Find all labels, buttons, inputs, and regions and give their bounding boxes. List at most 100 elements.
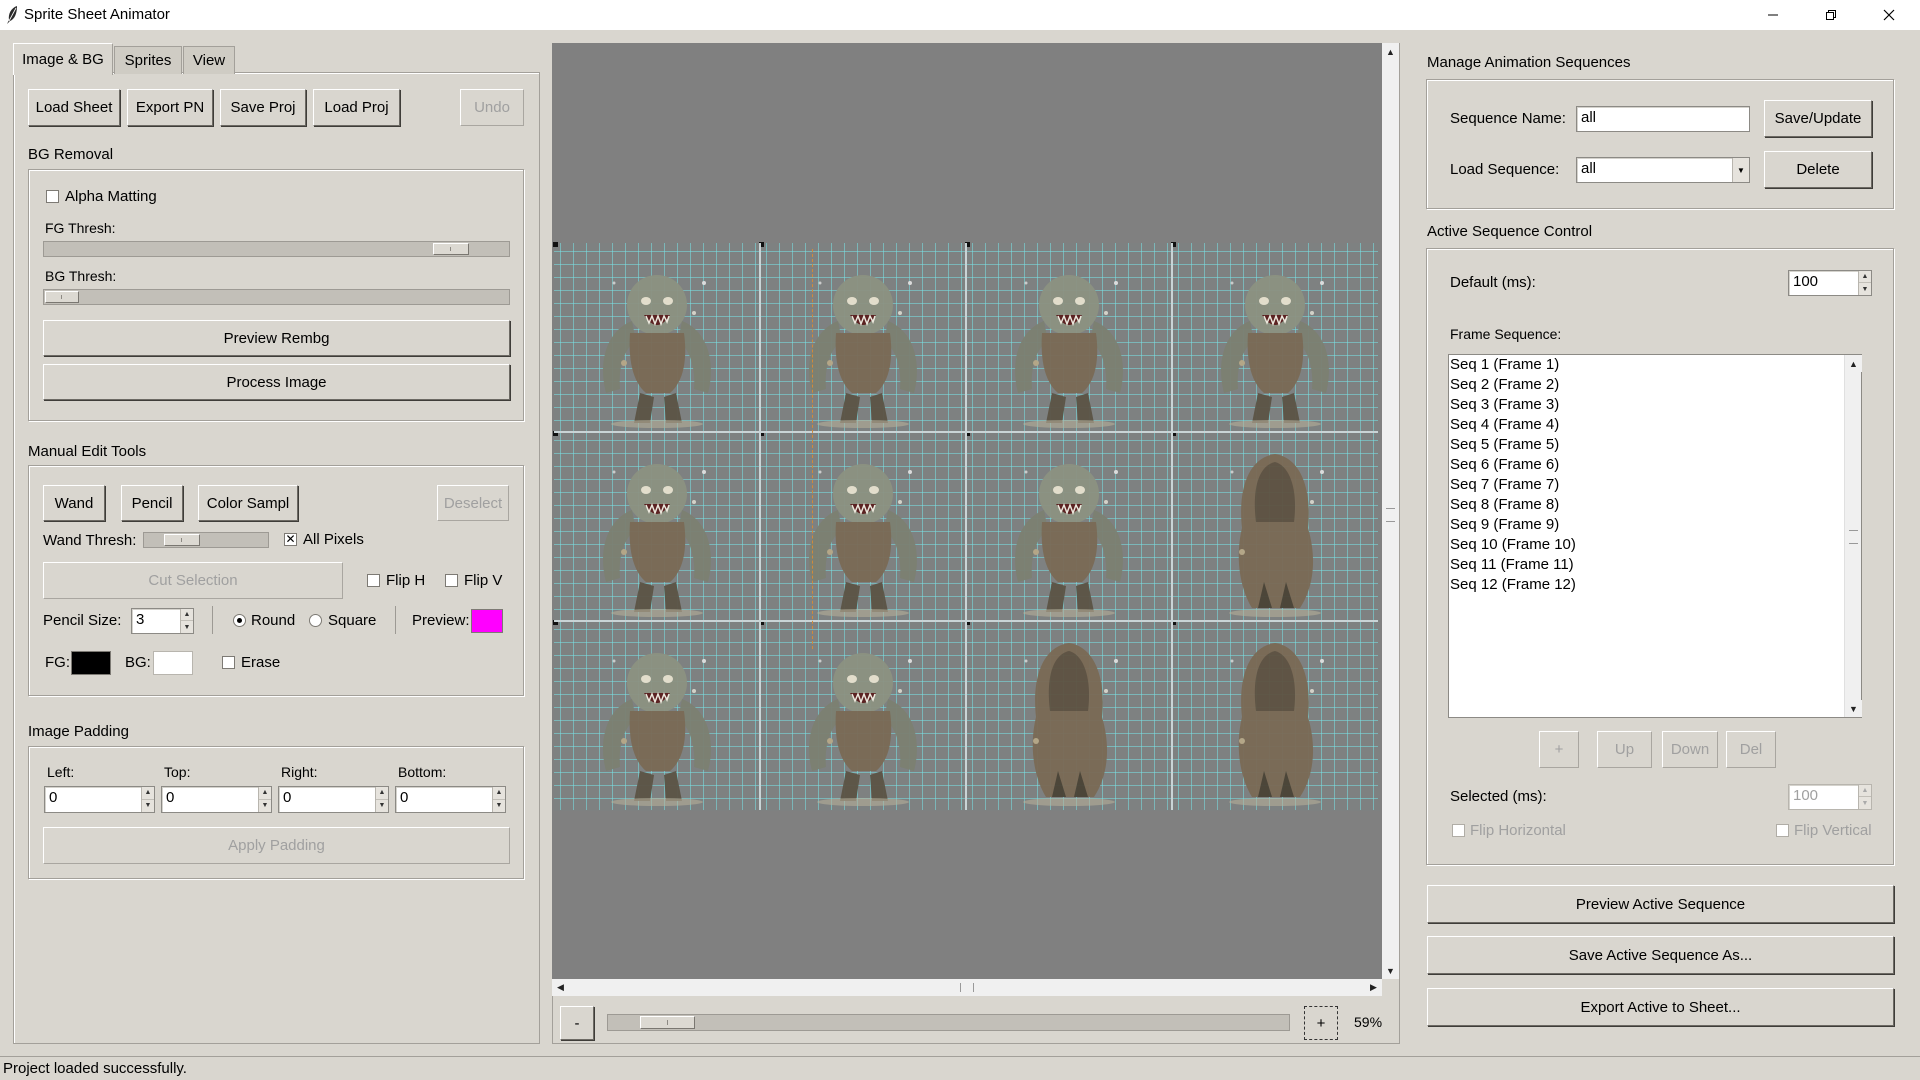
list-item[interactable]: Seq 11 (Frame 11) xyxy=(1450,556,1574,573)
wand-thresh-slider[interactable] xyxy=(143,532,269,548)
flip-vertical-checkbox[interactable] xyxy=(1776,824,1789,837)
fg-thresh-slider[interactable] xyxy=(43,241,510,257)
list-item[interactable]: Seq 8 (Frame 8) xyxy=(1450,496,1559,513)
selected-ms-spinbox[interactable]: 100 ▲ ▼ xyxy=(1788,784,1872,810)
sprite-frame[interactable] xyxy=(1172,243,1378,432)
padding-top-input[interactable]: 0 ▲ ▼ xyxy=(161,786,272,813)
move-up-button[interactable]: Up xyxy=(1597,731,1652,768)
add-frame-button[interactable]: + xyxy=(1539,731,1579,768)
deselect-button[interactable]: Deselect xyxy=(437,485,509,521)
list-item[interactable]: Seq 1 (Frame 1) xyxy=(1450,356,1559,373)
apply-padding-button[interactable]: Apply Padding xyxy=(43,827,510,864)
scroll-down-icon[interactable]: ▼ xyxy=(1382,962,1399,979)
fg-color-swatch[interactable] xyxy=(71,651,111,675)
zoom-slider[interactable] xyxy=(607,1014,1290,1031)
tab-image-bg[interactable]: Image & BG xyxy=(13,43,113,75)
sprite-frame[interactable] xyxy=(760,243,966,432)
delete-frame-button[interactable]: Del xyxy=(1726,731,1776,768)
minimize-button[interactable] xyxy=(1744,0,1802,30)
padding-top-stepper[interactable]: ▲ ▼ xyxy=(258,787,271,812)
alpha-matting-checkbox[interactable] xyxy=(46,190,59,203)
scroll-right-icon[interactable]: ▶ xyxy=(1365,979,1382,996)
list-item[interactable]: Seq 10 (Frame 10) xyxy=(1450,536,1576,553)
square-radio[interactable] xyxy=(309,614,322,627)
zoom-in-button[interactable]: + xyxy=(1304,1006,1338,1040)
bg-thresh-slider-thumb[interactable] xyxy=(45,291,79,303)
bg-thresh-slider[interactable] xyxy=(43,289,510,305)
padding-bottom-stepper[interactable]: ▲ ▼ xyxy=(492,787,505,812)
flip-h-checkbox[interactable] xyxy=(367,574,380,587)
padding-right-input[interactable]: 0 ▲ ▼ xyxy=(278,786,389,813)
list-scrollbar[interactable]: ▲ ▼ xyxy=(1844,355,1862,717)
list-item[interactable]: Seq 4 (Frame 4) xyxy=(1450,416,1559,433)
save-project-button[interactable]: Save Proj xyxy=(220,89,306,126)
export-png-button[interactable]: Export PN xyxy=(127,89,213,126)
scroll-grip[interactable] xyxy=(1849,530,1858,544)
scroll-left-icon[interactable]: ◀ xyxy=(552,979,569,996)
sprite-frame[interactable] xyxy=(554,432,760,621)
list-item[interactable]: Seq 3 (Frame 3) xyxy=(1450,396,1559,413)
list-item[interactable]: Seq 6 (Frame 6) xyxy=(1450,456,1559,473)
title-bar[interactable]: Sprite Sheet Animator xyxy=(0,0,1920,30)
sequence-name-input[interactable]: all xyxy=(1576,106,1750,132)
color-sampler-button[interactable]: Color Sampl xyxy=(198,485,298,521)
pencil-tool-button[interactable]: Pencil xyxy=(121,485,183,521)
export-active-to-sheet-button[interactable]: Export Active to Sheet... xyxy=(1427,988,1894,1026)
sprite-frame[interactable] xyxy=(1172,621,1378,810)
sprite-frame[interactable] xyxy=(760,621,966,810)
wand-thresh-slider-thumb[interactable] xyxy=(164,534,200,546)
restore-button[interactable] xyxy=(1802,0,1860,30)
bg-color-swatch[interactable] xyxy=(153,651,193,675)
list-item[interactable]: Seq 2 (Frame 2) xyxy=(1450,376,1559,393)
padding-left-input[interactable]: 0 ▲ ▼ xyxy=(44,786,155,813)
pencil-size-stepper[interactable]: ▲ ▼ xyxy=(180,609,193,633)
scroll-grip[interactable] xyxy=(960,983,974,992)
tab-sprites[interactable]: Sprites xyxy=(114,46,182,74)
list-item[interactable]: Seq 9 (Frame 9) xyxy=(1450,516,1559,533)
tab-view[interactable]: View xyxy=(183,46,235,74)
list-item[interactable]: Seq 12 (Frame 12) xyxy=(1450,576,1576,593)
zoom-slider-thumb[interactable] xyxy=(640,1016,695,1029)
scroll-up-icon[interactable]: ▲ xyxy=(1845,355,1862,372)
process-image-button[interactable]: Process Image xyxy=(43,364,510,400)
canvas-vertical-scrollbar[interactable]: ▲ ▼ xyxy=(1382,43,1399,979)
pencil-size-spinbox[interactable]: 3 ▲ ▼ xyxy=(131,608,194,634)
padding-bottom-input[interactable]: 0 ▲ ▼ xyxy=(395,786,506,813)
sprite-frame[interactable] xyxy=(760,432,966,621)
sprite-canvas[interactable] xyxy=(552,43,1382,979)
delete-sequence-button[interactable]: Delete xyxy=(1764,151,1872,188)
fg-thresh-slider-thumb[interactable] xyxy=(433,243,469,255)
cut-selection-button[interactable]: Cut Selection xyxy=(43,562,343,599)
erase-checkbox[interactable] xyxy=(222,656,235,669)
load-sequence-select[interactable]: all ▼ xyxy=(1576,157,1750,183)
flip-horizontal-checkbox[interactable] xyxy=(1452,824,1465,837)
list-item[interactable]: Seq 5 (Frame 5) xyxy=(1450,436,1559,453)
sprite-frame[interactable] xyxy=(1172,432,1378,621)
scroll-grip[interactable] xyxy=(1386,508,1395,522)
selected-ms-stepper[interactable]: ▲ ▼ xyxy=(1858,785,1871,809)
sprite-frame[interactable] xyxy=(966,432,1172,621)
undo-button[interactable]: Undo xyxy=(460,89,524,126)
frame-sequence-list[interactable]: Seq 1 (Frame 1) Seq 2 (Frame 2) Seq 3 (Fra… xyxy=(1448,354,1862,718)
save-active-sequence-button[interactable]: Save Active Sequence As... xyxy=(1427,936,1894,974)
sprite-frame[interactable] xyxy=(554,621,760,810)
list-item[interactable]: Seq 7 (Frame 7) xyxy=(1450,476,1559,493)
default-ms-spinbox[interactable]: 100 ▲ ▼ xyxy=(1788,270,1872,296)
chevron-down-icon[interactable]: ▼ xyxy=(181,621,193,633)
padding-left-stepper[interactable]: ▲ ▼ xyxy=(141,787,154,812)
preview-rembg-button[interactable]: Preview Rembg xyxy=(43,320,510,356)
sprite-frame[interactable] xyxy=(966,243,1172,432)
zoom-out-button[interactable]: - xyxy=(560,1006,594,1040)
round-radio[interactable] xyxy=(233,614,246,627)
wand-tool-button[interactable]: Wand xyxy=(43,485,105,521)
canvas-horizontal-scrollbar[interactable]: ◀ ▶ xyxy=(552,979,1382,996)
flip-v-checkbox[interactable] xyxy=(445,574,458,587)
sprite-frame[interactable] xyxy=(966,621,1172,810)
scroll-up-icon[interactable]: ▲ xyxy=(1382,43,1399,60)
scroll-down-icon[interactable]: ▼ xyxy=(1845,700,1862,717)
padding-right-stepper[interactable]: ▲ ▼ xyxy=(375,787,388,812)
save-update-button[interactable]: Save/Update xyxy=(1764,100,1872,137)
move-down-button[interactable]: Down xyxy=(1662,731,1718,768)
sprite-frame[interactable] xyxy=(554,243,760,432)
chevron-down-icon[interactable]: ▼ xyxy=(1732,158,1749,182)
